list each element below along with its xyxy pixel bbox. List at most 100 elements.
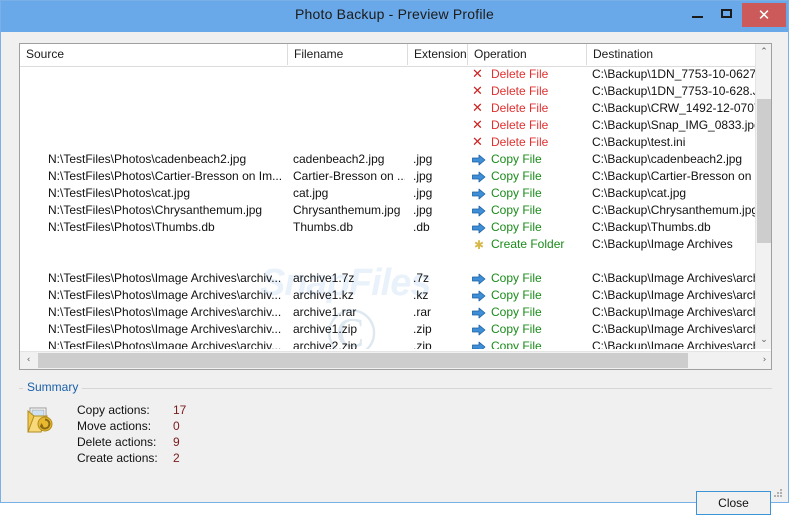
column-header-operation[interactable]: Operation <box>468 44 587 65</box>
column-header-destination[interactable]: Destination <box>587 44 771 65</box>
minimize-icon <box>692 16 703 18</box>
cell-operation: Create Folder <box>491 237 565 251</box>
cell-operation: Copy File <box>491 271 542 285</box>
preview-profile-window: Photo Backup - Preview Profile ✕ Source F… <box>0 0 789 515</box>
copy-arrow-icon <box>472 170 486 184</box>
cell-filename <box>293 134 405 151</box>
cell-destination: C:\Backup\Image Archives\archive2. <box>592 339 757 349</box>
vertical-scrollbar[interactable]: ⌃ ⌄ <box>755 44 771 349</box>
cell-destination: C:\Backup\Image Archives\archive1. <box>592 271 757 285</box>
cell-extension: .jpg <box>413 169 433 183</box>
cell-source: N:\TestFiles\Photos\cadenbeach2.jpg <box>48 152 247 166</box>
horizontal-scrollbar[interactable]: ‹ › <box>20 351 771 369</box>
delete-x-icon: ✕ <box>472 135 483 150</box>
cell-extension: .jpg <box>413 186 433 200</box>
table-row[interactable]: ✱ Create Folder C:\Backup\Image Archives <box>20 236 757 253</box>
cell-extension: .jpg <box>413 203 433 217</box>
scroll-down-icon[interactable]: ⌄ <box>756 332 771 349</box>
cell-extension: .kz <box>413 288 429 302</box>
cell-destination: C:\Backup\test.ini <box>592 135 686 149</box>
cell-filename: archive1.rar <box>293 305 357 319</box>
summary-label: Create actions: <box>77 451 158 465</box>
cell-destination: C:\Backup\Chrysanthemum.jpg <box>592 203 757 217</box>
summary-title: Summary <box>23 380 83 394</box>
table-row[interactable]: N:\TestFiles\Photos\Cartier-Bresson on I… <box>20 168 757 185</box>
cell-operation: Copy File <box>491 203 542 217</box>
table-row[interactable]: N:\TestFiles\Photos\Thumbs.db Thumbs.db .d… <box>20 219 757 236</box>
cell-source: N:\TestFiles\Photos\cat.jpg <box>48 186 191 200</box>
create-folder-star-icon: ✱ <box>473 238 485 252</box>
summary-divider <box>19 388 772 389</box>
summary-label: Delete actions: <box>77 435 157 449</box>
cell-filename: cadenbeach2.jpg <box>293 152 385 166</box>
cell-filename: Thumbs.db <box>293 220 354 234</box>
cell-source: N:\TestFiles\Photos\Cartier-Bresson on I… <box>48 169 283 183</box>
close-window-button[interactable]: ✕ <box>742 3 786 27</box>
cell-filename <box>293 236 405 253</box>
cell-destination: C:\Backup\Thumbs.db <box>592 220 711 234</box>
cell-destination: C:\Backup\cat.jpg <box>592 186 687 200</box>
cell-source: N:\TestFiles\Photos\Image Archives\archi… <box>48 271 282 285</box>
table-row[interactable]: N:\TestFiles\Photos\Image Archives\archi… <box>20 304 757 321</box>
cell-source <box>48 117 288 134</box>
cell-operation: Copy File <box>491 305 542 319</box>
table-row[interactable]: N:\TestFiles\Photos\Image Archives\archi… <box>20 321 757 338</box>
cell-filename: Chrysanthemum.jpg <box>293 203 401 217</box>
cell-filename <box>293 83 405 100</box>
actions-list-view[interactable]: Source Filename Extension Operation Destinat… <box>19 43 772 370</box>
table-row[interactable]: ✕ Delete File C:\Backup\1DN_7753-10-628.JP… <box>20 83 757 100</box>
scroll-right-icon[interactable]: › <box>756 352 771 369</box>
table-row[interactable]: ✕ Delete File C:\Backup\CRW_1492-12-0707.J… <box>20 100 757 117</box>
cell-source: N:\TestFiles\Photos\Image Archives\archi… <box>48 288 282 302</box>
scroll-left-icon[interactable]: ‹ <box>20 352 37 369</box>
cell-destination: C:\Backup\Image Archives\archive1. <box>592 288 757 302</box>
column-header-extension[interactable]: Extension <box>408 44 468 65</box>
copy-arrow-icon <box>472 187 486 201</box>
cell-extension <box>413 236 463 253</box>
folder-refresh-icon <box>25 406 59 436</box>
table-row[interactable]: N:\TestFiles\Photos\Image Archives\archi… <box>20 338 757 349</box>
cell-operation: Delete File <box>491 84 549 98</box>
table-row[interactable]: N:\TestFiles\Photos\cadenbeach2.jpg caden… <box>20 151 757 168</box>
table-row[interactable]: N:\TestFiles\Photos\cat.jpg cat.jpg .jpg Co… <box>20 185 757 202</box>
copy-arrow-icon <box>472 272 486 286</box>
close-button[interactable]: Close <box>696 491 771 515</box>
cell-operation: Delete File <box>491 135 549 149</box>
cell-operation: Delete File <box>491 118 549 132</box>
cell-operation: Copy File <box>491 169 542 183</box>
delete-x-icon: ✕ <box>472 101 483 116</box>
scroll-up-icon[interactable]: ⌃ <box>756 44 771 61</box>
table-row[interactable]: N:\TestFiles\Photos\Image Archives\archi… <box>20 270 757 287</box>
table-row[interactable]: N:\TestFiles\Photos\Chrysanthemum.jpg Chr… <box>20 202 757 219</box>
cell-extension: .jpg <box>413 152 433 166</box>
cell-source: N:\TestFiles\Photos\Image Archives\archi… <box>48 322 282 336</box>
cell-destination: C:\Backup\1DN_7753-10-0627.JPG <box>592 67 757 81</box>
table-row[interactable]: ✕ Delete File C:\Backup\test.ini <box>20 134 757 151</box>
cell-filename <box>293 253 405 270</box>
cell-destination <box>592 253 757 270</box>
minimize-button[interactable] <box>682 1 712 27</box>
summary-row: Delete actions: 9 <box>77 434 213 450</box>
column-header-source[interactable]: Source <box>20 44 288 65</box>
cell-filename: archive1.7z <box>293 271 355 285</box>
horizontal-scroll-thumb[interactable] <box>38 353 688 368</box>
resize-grip[interactable] <box>772 487 784 499</box>
cell-destination: C:\Backup\Snap_IMG_0833.jpg.aes2 <box>592 118 757 132</box>
maximize-button[interactable] <box>712 1 742 27</box>
cell-operation: Copy File <box>491 186 542 200</box>
cell-filename <box>293 66 405 83</box>
table-row[interactable] <box>20 253 757 270</box>
cell-destination: C:\Backup\CRW_1492-12-0707.JPG <box>592 101 757 115</box>
cell-extension: .7z <box>413 271 430 285</box>
vertical-scroll-thumb[interactable] <box>757 99 771 243</box>
table-row[interactable]: N:\TestFiles\Photos\Image Archives\archi… <box>20 287 757 304</box>
copy-arrow-icon <box>472 323 486 337</box>
cell-source: N:\TestFiles\Photos\Image Archives\archi… <box>48 305 282 319</box>
table-row[interactable]: ✕ Delete File C:\Backup\1DN_7753-10-0627.J… <box>20 66 757 83</box>
list-header-row: Source Filename Extension Operation Destinat… <box>20 44 771 67</box>
summary-value: 9 <box>173 435 180 449</box>
table-row[interactable]: ✕ Delete File C:\Backup\Snap_IMG_0833.jpg.… <box>20 117 757 134</box>
column-header-filename[interactable]: Filename <box>288 44 408 65</box>
cell-filename: archive2.zip <box>293 339 358 349</box>
copy-arrow-icon <box>472 340 486 349</box>
